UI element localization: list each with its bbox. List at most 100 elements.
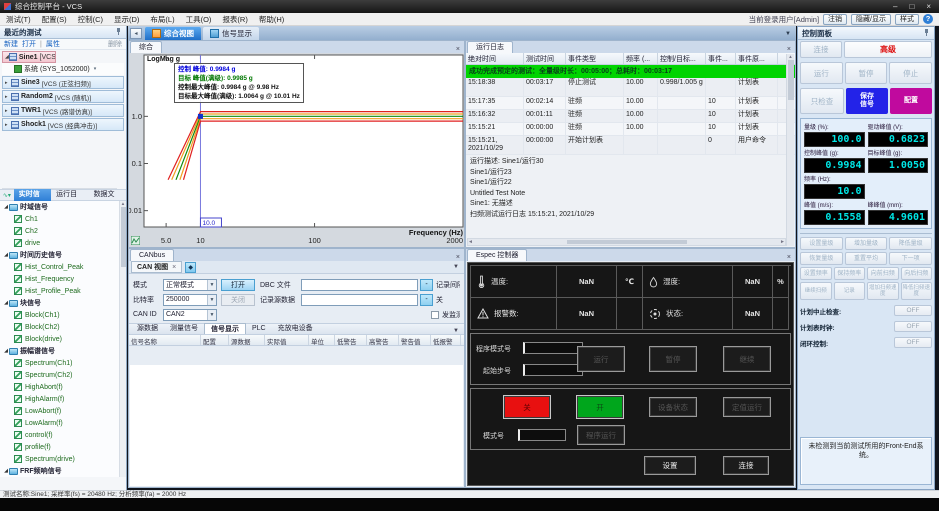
espec-connect-button[interactable]: 连接: [723, 456, 769, 475]
signal-item-Hist_Control_Peak[interactable]: Hist_Control_Peak: [0, 261, 120, 273]
column-header[interactable]: 信号名称: [129, 335, 201, 345]
hide-show-button[interactable]: 隐藏/显示: [851, 14, 891, 25]
column-header[interactable]: 单位: [309, 335, 335, 345]
test-system-item[interactable]: 系统 (SYS_1052000)▾: [2, 63, 124, 75]
scroll-left-icon[interactable]: ◄: [468, 239, 473, 245]
column-header[interactable]: 事件...: [706, 53, 736, 64]
menu-item[interactable]: 布局(L): [150, 15, 174, 24]
chevron-down-icon[interactable]: ▼: [207, 310, 216, 320]
signal-item-Spectrum(drive)[interactable]: Spectrum(drive): [0, 453, 120, 465]
plot-type-icon[interactable]: [131, 236, 140, 245]
table-row[interactable]: 15:17:3500:02:14驻频10.0010计划表: [466, 97, 795, 110]
column-header[interactable]: 实际值: [265, 335, 309, 345]
tab-espec[interactable]: Espec 控制器: [467, 249, 527, 261]
signal-item-Ch1[interactable]: Ch1: [0, 213, 120, 225]
advanced-button[interactable]: 高级: [844, 41, 932, 58]
new-test-link[interactable]: 新建: [4, 39, 18, 49]
signal-group-振幅谱信号[interactable]: ◢振幅谱信号: [0, 345, 120, 357]
signal-item-Spectrum(Ch1)[interactable]: Spectrum(Ch1): [0, 357, 120, 369]
mode-select[interactable]: 正常模式▼: [163, 279, 217, 291]
can-subtab-源数据[interactable]: 源数据: [131, 323, 164, 334]
bitrate-select[interactable]: 250000▼: [163, 294, 217, 306]
pause-button[interactable]: 暂停: [845, 62, 888, 84]
signal-item-drive[interactable]: drive: [0, 237, 120, 249]
column-header[interactable]: 低报警: [431, 335, 461, 345]
signal-item-Block(drive)[interactable]: Block(drive): [0, 333, 120, 345]
grid-button-设置量级[interactable]: 设置量级: [800, 237, 843, 250]
can-subtab-PLC[interactable]: PLC: [246, 323, 272, 334]
can-subtab-信号显示[interactable]: 信号显示: [204, 323, 246, 334]
constant-run-button[interactable]: 定值运行: [723, 397, 771, 417]
close-button[interactable]: ×: [926, 2, 931, 11]
signal-item-LowAbort(f)[interactable]: LowAbort(f): [0, 405, 120, 417]
browse-source-button[interactable]: -: [420, 294, 433, 306]
scroll-thumb[interactable]: [788, 60, 794, 100]
table-row[interactable]: 15:15:21, 2021/10/2900:00:00开始计划表0用户命令: [466, 136, 795, 155]
test-item-Shock1[interactable]: ▸Shock1[VCS (经典冲击)]: [2, 118, 124, 131]
logout-button[interactable]: 注销: [823, 14, 847, 25]
tab-integrated[interactable]: 综合: [130, 41, 162, 53]
start-step-input[interactable]: [523, 364, 583, 376]
waveform-icon[interactable]: ∿▾: [0, 192, 14, 199]
pin-icon[interactable]: [115, 28, 122, 36]
column-header[interactable]: 控制/目标...: [658, 53, 706, 64]
dock-menu-button[interactable]: ◂: [130, 28, 142, 39]
espec-off-button[interactable]: 关: [503, 395, 551, 419]
grid-button-重置平均[interactable]: 重置平均: [845, 252, 888, 265]
table-row[interactable]: 15:16:3200:01:11驻频10.0010计划表: [466, 110, 795, 123]
chevron-down-icon[interactable]: ▼: [207, 295, 216, 305]
menu-item[interactable]: 配置(S): [42, 15, 67, 24]
signal-item-profile(f)[interactable]: profile(f): [0, 441, 120, 453]
add-view-button[interactable]: ◆: [185, 262, 196, 273]
column-header[interactable]: 测试时间: [524, 53, 566, 64]
tab-integrated-view[interactable]: 综合视图: [145, 27, 201, 40]
chevron-down-icon[interactable]: ▼: [207, 280, 216, 290]
grid-button-向前扫频[interactable]: 向前扫频: [867, 267, 899, 280]
grid-button-向后扫频[interactable]: 向后扫频: [901, 267, 933, 280]
grid-button-记录[interactable]: 记录: [834, 282, 866, 300]
signal-item-HighAlarm(f)[interactable]: HighAlarm(f): [0, 393, 120, 405]
close-icon[interactable]: ×: [783, 254, 795, 261]
table-row[interactable]: 15:15:2100:00:00驻频10.0010计划表: [466, 123, 795, 136]
connect-button[interactable]: 连接: [800, 41, 842, 58]
dbc-file-input[interactable]: [301, 279, 418, 291]
espec-settings-button[interactable]: 设置: [644, 456, 696, 475]
grid-button-恢复量级[interactable]: 恢复量级: [800, 252, 843, 265]
chevron-down-icon[interactable]: ▼: [453, 328, 462, 334]
tab-运行目录[interactable]: 运行目录: [51, 189, 88, 201]
menu-item[interactable]: 报表(R): [222, 15, 247, 24]
style-button[interactable]: 样式: [895, 14, 919, 25]
properties-link[interactable]: 属性: [46, 39, 60, 49]
column-header[interactable]: 事件原...: [736, 53, 778, 64]
table-row[interactable]: 15:18:3800:03:17停止测试10.000.998/1.005 g计划…: [466, 78, 795, 97]
close-icon[interactable]: ×: [172, 264, 176, 271]
column-header[interactable]: 高警告: [367, 335, 399, 345]
espec-on-button[interactable]: 开: [576, 395, 624, 419]
signal-item-Hist_Frequency[interactable]: Hist_Frequency: [0, 273, 120, 285]
signals-vscrollbar[interactable]: ▲: [119, 201, 126, 477]
grid-button-降低量级[interactable]: 降低量级: [889, 237, 932, 250]
open-button[interactable]: 打开: [221, 279, 255, 291]
menu-item[interactable]: 测试(T): [6, 15, 31, 24]
stop-button[interactable]: 停止: [889, 62, 932, 84]
column-header[interactable]: 频率 (...: [624, 53, 658, 64]
runlog-vscrollbar[interactable]: ▲: [786, 54, 794, 246]
menu-item[interactable]: 控制(C): [78, 15, 103, 24]
program-run-button[interactable]: 程序运行: [577, 425, 625, 445]
menu-item[interactable]: 显示(D): [114, 15, 139, 24]
chevron-down-icon[interactable]: ▼: [453, 264, 462, 270]
listen-checkbox[interactable]: [431, 311, 439, 319]
grid-button-增加扫频速度[interactable]: 增加扫频速度: [867, 282, 899, 300]
record-source-input[interactable]: [301, 294, 418, 306]
program-mode-input[interactable]: [523, 342, 583, 354]
signal-group-时域信号[interactable]: ◢时域信号: [0, 201, 120, 213]
signal-group-时间历史信号[interactable]: ◢时间历史信号: [0, 249, 120, 261]
espec-pause-button[interactable]: 暂停: [649, 346, 697, 372]
signal-item-Block(Ch1)[interactable]: Block(Ch1): [0, 309, 120, 321]
canid-select[interactable]: CAN2▼: [163, 309, 217, 321]
tab-can-view[interactable]: CAN 视图×: [131, 261, 182, 273]
tab-signal-display[interactable]: 信号显示: [203, 27, 259, 40]
test-item-Sine1[interactable]: ◢Sine1[VCS (正弦扫频)]: [2, 51, 56, 63]
scroll-thumb[interactable]: [121, 207, 126, 267]
column-header[interactable]: 事件类型: [566, 53, 624, 64]
